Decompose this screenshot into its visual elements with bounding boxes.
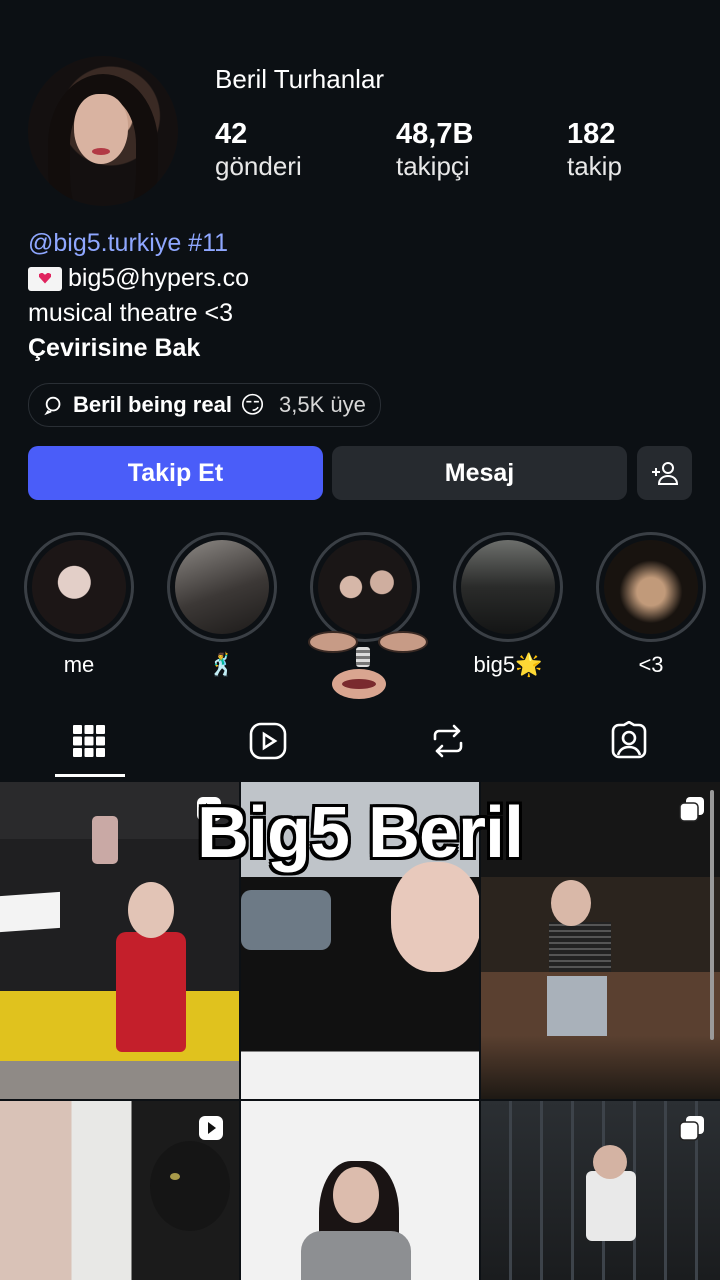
followers-label: takipçi	[396, 151, 470, 181]
follow-button[interactable]: Takip Et	[28, 446, 323, 500]
tagged-icon	[611, 721, 647, 759]
channel-name: Beril being real	[73, 392, 232, 417]
channel-icon	[44, 396, 61, 416]
stat-following[interactable]: 182 takip	[567, 118, 622, 182]
highlight-label: 🕺	[208, 652, 236, 677]
highlight-label: <3	[638, 652, 664, 677]
broadcast-channel-chip[interactable]: Beril being real 😏 3,5K üye	[28, 383, 381, 427]
reposts-icon	[433, 724, 463, 758]
following-label: takip	[567, 151, 622, 181]
translate-link[interactable]: Çevirisine Bak	[28, 331, 200, 366]
grid-icon	[73, 725, 105, 757]
tab-reposts[interactable]	[403, 716, 493, 766]
bio-description: musical theatre <3	[28, 299, 233, 327]
grid-post[interactable]	[481, 1101, 720, 1280]
reel-badge-icon	[198, 1115, 224, 1141]
tab-grid[interactable]	[44, 716, 134, 766]
posts-count: 42	[215, 118, 248, 150]
highlight-label: me	[63, 652, 95, 677]
highlight-big5[interactable]	[453, 532, 563, 642]
stat-posts[interactable]: 42 gönderi	[215, 118, 302, 182]
grid-post[interactable]	[0, 1101, 239, 1280]
highlight-me[interactable]	[24, 532, 134, 642]
smirk-emoji-icon: 😏	[239, 391, 265, 419]
tab-tagged[interactable]	[584, 716, 674, 766]
grid-post[interactable]	[241, 1101, 479, 1280]
bio-mention-link[interactable]: @big5.turkiye #11	[28, 226, 228, 261]
bio-email-line: big5@hypers.co	[28, 261, 249, 296]
highlight-heart[interactable]	[596, 532, 706, 642]
profile-avatar[interactable]	[28, 56, 178, 206]
highlight-dance[interactable]	[167, 532, 277, 642]
highlight-label: big5🌟	[473, 652, 543, 677]
profile-name: Beril Turhanlar	[215, 64, 385, 94]
bio-email[interactable]: big5@hypers.co	[68, 261, 249, 296]
add-person-icon	[651, 462, 678, 485]
active-tab-indicator	[55, 774, 125, 777]
following-count: 182	[567, 118, 616, 150]
video-overlay-title: Big5 Beril	[196, 793, 524, 873]
tab-reels[interactable]	[223, 716, 313, 766]
suggested-users-button[interactable]	[637, 446, 692, 500]
carousel-badge-icon	[679, 1115, 705, 1141]
channel-members: 3,5K üye	[278, 392, 366, 417]
reels-icon	[249, 722, 287, 760]
stat-followers[interactable]: 48,7B takipçi	[396, 118, 473, 182]
message-button[interactable]: Mesaj	[332, 446, 627, 500]
love-letter-icon	[28, 266, 62, 291]
mouth-sticker-icon	[308, 625, 428, 703]
followers-count: 48,7B	[396, 118, 474, 150]
posts-label: gönderi	[215, 151, 302, 181]
